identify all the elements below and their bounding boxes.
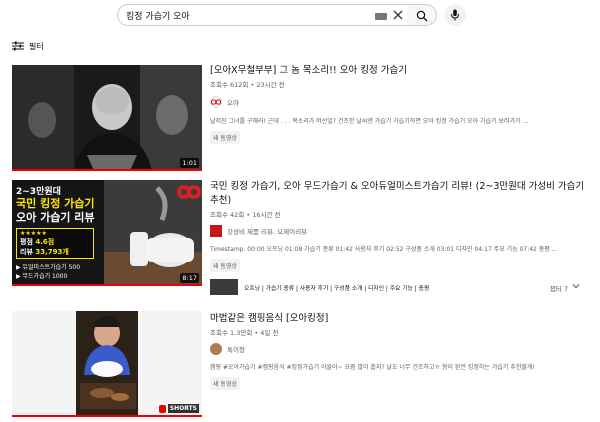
filter-label: 필터 <box>29 42 44 51</box>
rating-label: 평점 <box>20 238 33 246</box>
channel-avatar[interactable] <box>210 225 222 237</box>
channel-avatar[interactable] <box>210 343 222 355</box>
watch-progress-bar <box>12 284 202 286</box>
watch-progress-bar <box>12 415 202 417</box>
shorts-text: SHORTS <box>167 404 199 413</box>
thumbnail-overlay: 2~3만원대 국민 킹정 가습기 오아 가습기 리뷰 ★★★★★ 평점 4.6점… <box>16 184 102 280</box>
new-video-badge: 새 동영상 <box>210 259 240 272</box>
thumb-price-text: 2~3만원대 <box>16 187 61 197</box>
shorts-icon <box>158 404 166 413</box>
video-thumbnail[interactable]: 1:01 <box>12 65 202 171</box>
close-icon[interactable] <box>391 8 405 22</box>
search-results-page: 킹정 가습기 오아 필터 1:01 [오아X무철부부] 그 놈 목소리!! 오아… <box>0 0 600 422</box>
channel-link[interactable]: 오아 <box>210 96 590 108</box>
channel-name[interactable]: 갓성비 제품 리뷰, 오제이리뷰 <box>227 226 307 236</box>
search-input[interactable]: 킹정 가습기 오아 <box>117 4 408 26</box>
watch-progress-bar <box>12 169 202 171</box>
video-meta: 조회수 1.3만회 • 4일 전 <box>210 329 279 337</box>
search-icon <box>416 10 428 22</box>
rating-box: ★★★★★ 평점 4.6점 리뷰 33,793개 <box>16 228 94 259</box>
keyboard-icon[interactable] <box>375 13 387 20</box>
chapters-toggle[interactable]: 챕터 7 <box>550 283 568 293</box>
chapters-strip[interactable]: 오프닝 | 가습기 종류 | 사용자 후기 | 구성품 소개 | 디자인 | 주… <box>210 278 586 296</box>
video-duration: 1:01 <box>180 158 199 168</box>
video-description: 날저진 그녀를 구해라! 근데 . . . 목소리가 머선일? 건조한 날씨엔 … <box>210 118 529 125</box>
rating-value: 4.6점 <box>35 238 55 246</box>
voice-search-button[interactable] <box>444 4 466 26</box>
thumb-product-1: ▶ 듀얼미스트가습기 500 <box>16 264 81 271</box>
video-description: Timestamp. 00:00 오프닝 01:08 가습기 종류 01:42 … <box>210 246 558 253</box>
video-thumbnail[interactable]: 2~3만원대 국민 킹정 가습기 오아 가습기 리뷰 ★★★★★ 평점 4.6점… <box>12 180 202 286</box>
thumb-product-2: ▶ 무드가습기 1000 <box>16 273 68 280</box>
video-title[interactable]: 국민 킹정 가습기, 오아 무드가습기 & 오아듀얼미스트가습기 리뷰! (2~… <box>210 180 590 208</box>
channel-link[interactable]: 톡이형 <box>210 343 590 355</box>
thumbnail-image-3 <box>12 311 202 417</box>
microphone-icon <box>451 9 459 21</box>
search-query[interactable]: 킹정 가습기 오아 <box>126 9 190 22</box>
channel-name[interactable]: 오아 <box>227 97 239 107</box>
thumb-headline: 국민 킹정 가습기 <box>16 197 95 210</box>
rating-stars: ★★★★★ <box>20 230 47 237</box>
video-title[interactable]: [오아X무철부부] 그 놈 목소리!! 오아 킹정 가습기 <box>210 64 590 78</box>
video-thumbnail[interactable]: SHORTS <box>12 311 202 417</box>
video-info: 마법같은 캠핑음식 [오아킹정] 조회수 1.3만회 • 4일 전 톡이형 캠핑… <box>210 312 590 390</box>
video-description: 캠핑 #오아가습기 #캠핑음식 #킹정가습기 아들아~ 요즘 많이 춥지? 날도… <box>210 364 535 371</box>
chapter-thumbnail[interactable] <box>210 279 238 295</box>
oa-logo-icon <box>211 99 221 105</box>
video-info: 국민 킹정 가습기, 오아 무드가습기 & 오아듀얼미스트가습기 리뷰! (2~… <box>210 180 590 272</box>
chapter-list[interactable]: 오프닝 | 가습기 종류 | 사용자 후기 | 구성품 소개 | 디자인 | 주… <box>244 283 429 292</box>
channel-avatar[interactable] <box>210 96 222 108</box>
channel-link[interactable]: 갓성비 제품 리뷰, 오제이리뷰 <box>210 225 590 237</box>
video-duration: 8:17 <box>180 273 199 283</box>
review-count: 33,793개 <box>35 248 69 256</box>
top-bar: 킹정 가습기 오아 <box>0 0 600 32</box>
video-meta: 조회수 612회 • 23시간 전 <box>210 81 285 89</box>
video-meta: 조회수 42회 • 16시간 전 <box>210 211 281 219</box>
video-info: [오아X무철부부] 그 놈 목소리!! 오아 킹정 가습기 조회수 612회 •… <box>210 64 590 144</box>
channel-name[interactable]: 톡이형 <box>227 344 245 354</box>
search-button[interactable] <box>407 4 437 26</box>
thumb-subheadline: 오아 가습기 리뷰 <box>16 211 95 224</box>
chevron-down-icon[interactable] <box>572 283 580 289</box>
shorts-label: SHORTS <box>158 404 199 413</box>
new-video-badge: 새 동영상 <box>210 377 240 390</box>
video-title[interactable]: 마법같은 캠핑음식 [오아킹정] <box>210 312 590 326</box>
filter-icon <box>12 41 24 51</box>
review-label: 리뷰 <box>20 248 33 256</box>
new-video-badge: 새 동영상 <box>210 131 240 144</box>
thumbnail-image-1 <box>12 65 202 171</box>
